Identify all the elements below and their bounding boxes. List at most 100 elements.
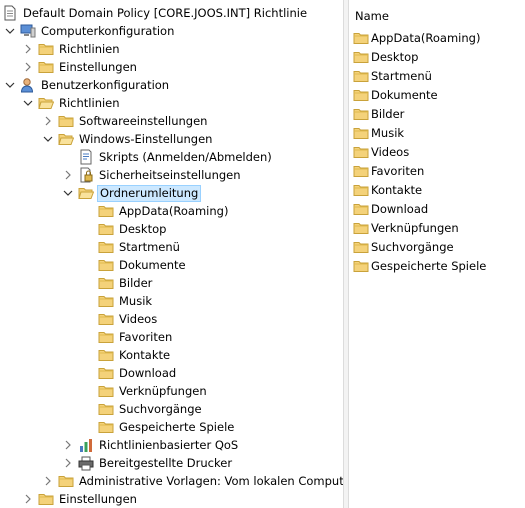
tree-item-redirect-folder[interactable]: Bilder [98,274,154,292]
tree-item-redirect-folder[interactable]: Desktop [98,220,168,238]
tree-item-redirect-folder[interactable]: Download [98,364,178,382]
list-pane: Name AppData(Roaming) Desktop Startmenü Dok… [349,0,525,508]
list-item-label: Gespeicherte Spiele [371,258,487,273]
list-item[interactable]: Gespeicherte Spiele [353,256,486,275]
chevron-right-icon[interactable] [42,472,54,490]
list-item[interactable]: Bilder [353,104,404,123]
tree-item-label: Bilder [119,276,153,290]
list-item[interactable]: Desktop [353,47,418,66]
tree-item-redirect-folder[interactable]: Videos [98,310,159,328]
list-item-label: AppData(Roaming) [371,30,481,45]
chevron-down-icon[interactable] [42,130,54,148]
tree-item-label: Einstellungen [59,492,137,506]
chevron-right-icon[interactable] [22,40,34,58]
list-item[interactable]: Musik [353,123,404,142]
folder-icon [98,293,114,309]
folder-icon [98,275,114,291]
folder-icon [98,221,114,237]
folder-icon [353,106,369,122]
chevron-right-icon[interactable] [62,166,74,184]
list-item-label: Dokumente [371,87,438,102]
folder-icon [353,30,369,46]
list-item[interactable]: Startmenü [353,66,432,85]
tree-item-redirect-folder[interactable]: Dokumente [98,256,188,274]
tree-item-redirect-folder[interactable]: Musik [98,292,154,310]
list-item[interactable]: Download [353,199,428,218]
tree-item-user-settings[interactable]: Einstellungen [22,490,139,508]
tree-item-computer[interactable]: Computerkonfiguration [4,22,176,40]
folder-icon [58,131,74,147]
list-item[interactable]: Suchvorgänge [353,237,454,256]
list-item-label: Download [371,201,429,216]
list-item-label: Suchvorgänge [371,239,454,254]
tree-item-redirect-folder[interactable]: Suchvorgänge [98,400,204,418]
script-icon [78,149,94,165]
chevron-down-icon[interactable] [62,184,74,202]
tree-item-label: Einstellungen [59,60,137,74]
tree-item-label: Startmenü [119,240,180,254]
tree-item-label: Verknüpfungen [119,384,207,398]
tree-item-security[interactable]: Sicherheitseinstellungen [62,166,243,184]
folder-icon [98,257,114,273]
chevron-right-icon[interactable] [22,490,34,508]
list-item-label: Bilder [371,106,405,121]
chevron-right-icon[interactable] [62,436,74,454]
list-item[interactable]: Kontakte [353,180,422,199]
tree-item-computer-policies[interactable]: Richtlinien [22,40,122,58]
list-item[interactable]: AppData(Roaming) [353,28,480,47]
tree-item-label: Administrative Vorlagen: Vom lokalen Com… [79,474,343,488]
tree-item-label: Sicherheitseinstellungen [99,168,241,182]
tree-item-label: Desktop [119,222,167,236]
chevron-down-icon[interactable] [22,94,34,112]
column-header-name[interactable]: Name [349,6,525,26]
tree-item-redirect-folder[interactable]: Startmenü [98,238,182,256]
chevron-right-icon[interactable] [42,112,54,130]
chevron-down-icon[interactable] [4,22,16,40]
folder-icon [78,185,94,201]
tree-item-label: Musik [119,294,153,308]
list-item[interactable]: Verknüpfungen [353,218,459,237]
folder-icon [353,87,369,103]
folder-icon [98,419,114,435]
tree-item-folder-redirection[interactable]: Ordnerumleitung [62,184,202,202]
list-item[interactable]: Videos [353,142,409,161]
tree-item-admin-templates[interactable]: Administrative Vorlagen: Vom lokalen Com… [42,472,343,490]
chevron-down-icon[interactable] [4,76,16,94]
folder-icon [353,125,369,141]
list-item-label: Favoriten [371,163,425,178]
tree-item-computer-settings[interactable]: Einstellungen [22,58,139,76]
tree-item-label: Richtlinienbasierter QoS [99,438,239,452]
tree-item-software-settings[interactable]: Softwareeinstellungen [42,112,209,130]
list-item[interactable]: Dokumente [353,85,438,104]
tree-item-redirect-folder[interactable]: AppData(Roaming) [98,202,230,220]
folder-icon [353,201,369,217]
policy-document-icon [2,5,18,21]
tree-item-printers[interactable]: Bereitgestellte Drucker [62,454,234,472]
folder-icon [98,365,114,381]
tree-item-label: Windows-Einstellungen [79,132,213,146]
tree-item-label: Ordnerumleitung [97,184,202,202]
tree-item-label: Videos [119,312,158,326]
tree-item-qos[interactable]: Richtlinienbasierter QoS [62,436,240,454]
folder-icon [98,401,114,417]
chevron-right-icon[interactable] [22,58,34,76]
tree-root[interactable]: Default Domain Policy [CORE.JOOS.INT] Ri… [2,4,309,22]
tree-item-scripts[interactable]: Skripts (Anmelden/Abmelden) [78,148,274,166]
folder-icon [353,182,369,198]
tree-item-redirect-folder[interactable]: Kontakte [98,346,172,364]
list-item-label: Musik [371,125,405,140]
tree-item-redirect-folder[interactable]: Verknüpfungen [98,382,209,400]
folder-icon [353,220,369,236]
tree-item-user[interactable]: Benutzerkonfiguration [4,76,171,94]
folder-icon [353,163,369,179]
folder-icon [38,59,54,75]
tree-item-redirect-folder[interactable]: Favoriten [98,328,174,346]
tree-item-label: Computerkonfiguration [41,24,175,38]
tree-item-user-policies[interactable]: Richtlinien [22,94,122,112]
chevron-right-icon[interactable] [62,454,74,472]
tree-item-windows-settings[interactable]: Windows-Einstellungen [42,130,214,148]
folder-icon [38,95,54,111]
folder-icon [98,383,114,399]
list-item[interactable]: Favoriten [353,161,424,180]
tree-item-redirect-folder[interactable]: Gespeicherte Spiele [98,418,236,436]
